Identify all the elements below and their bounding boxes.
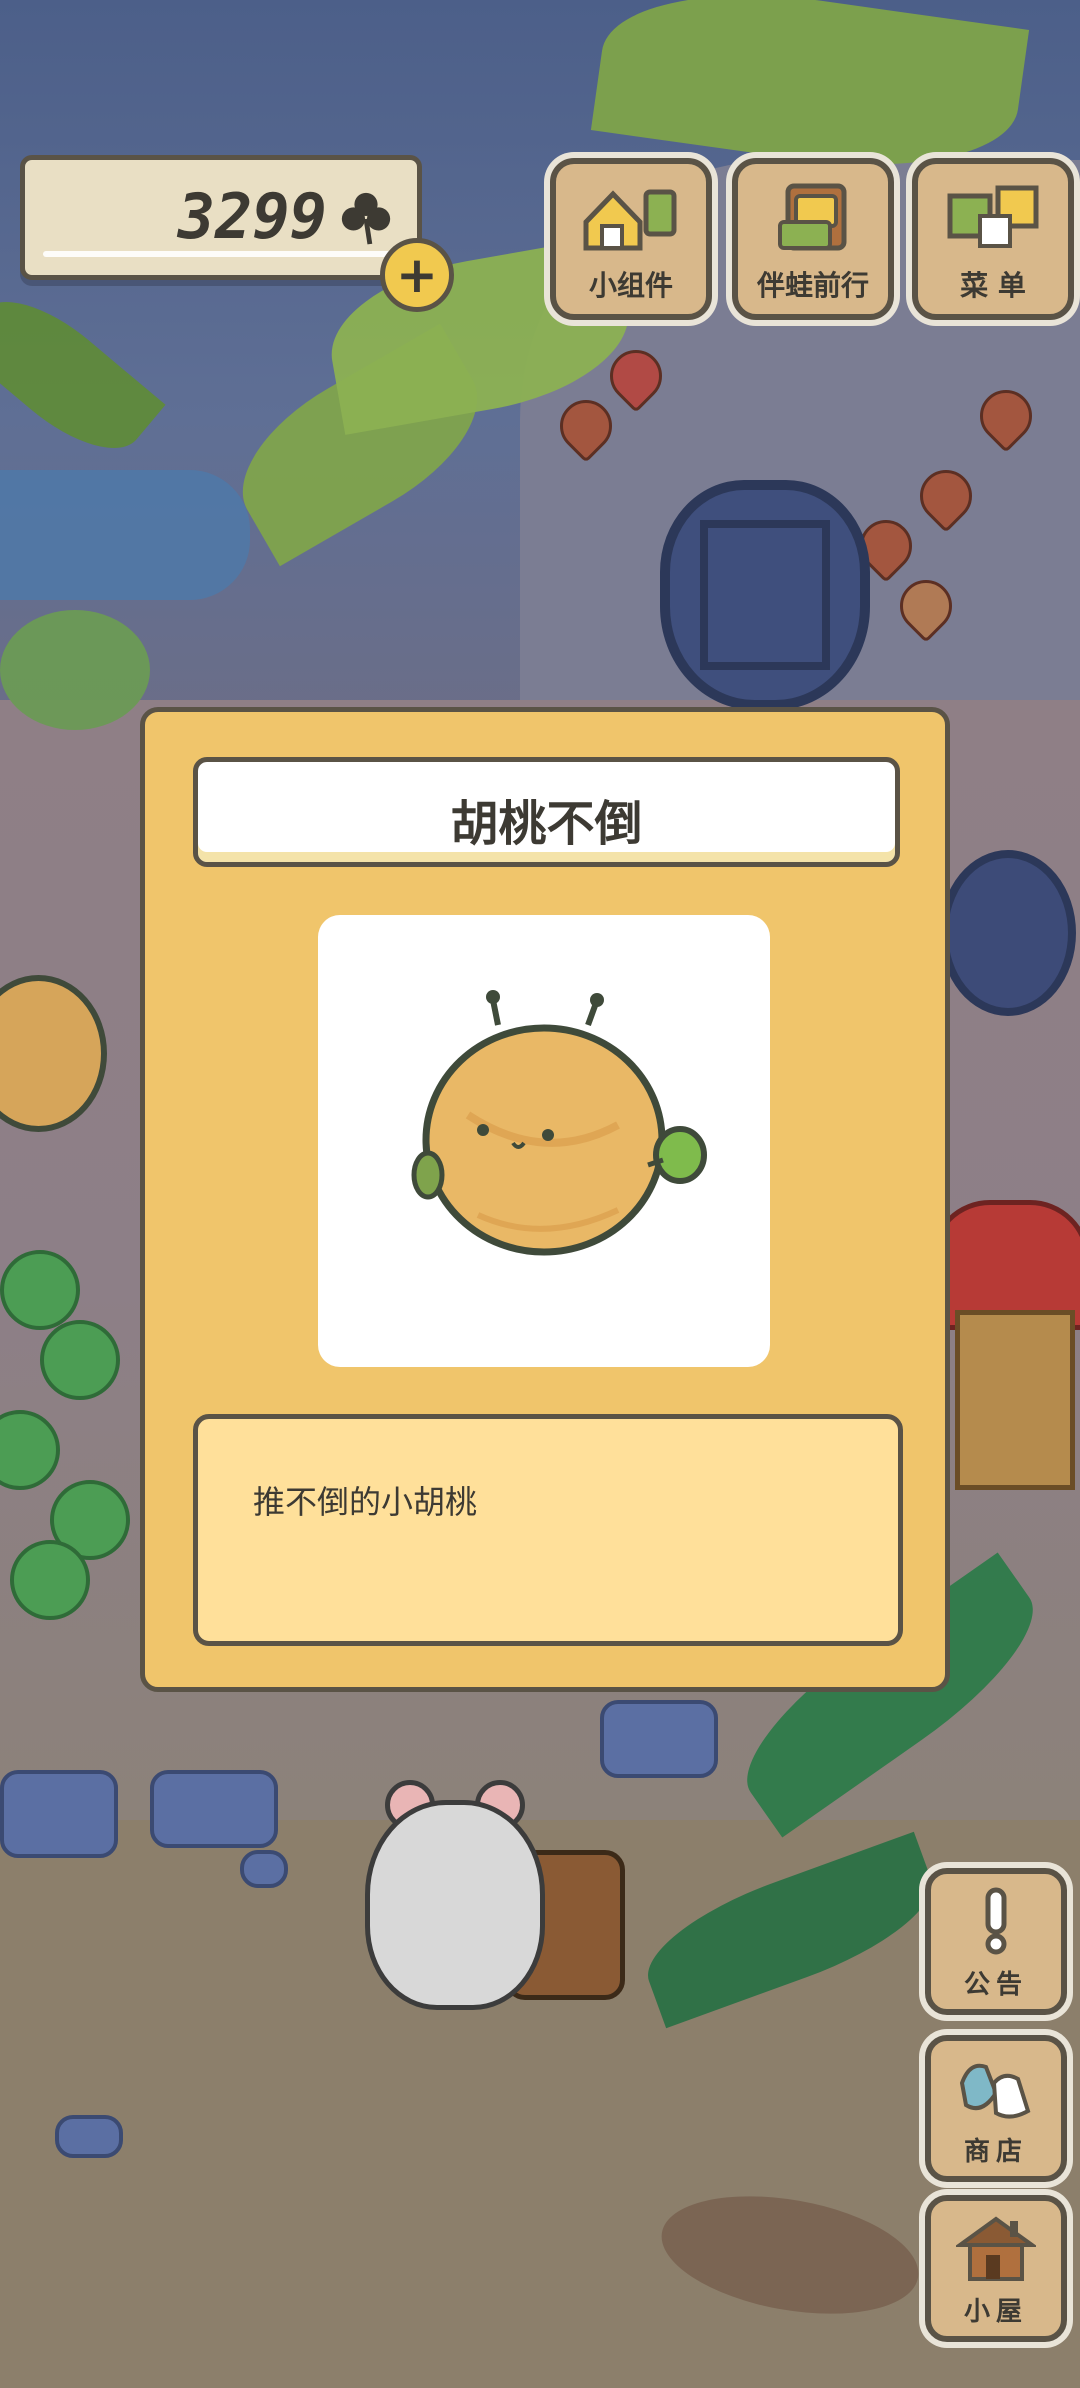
item-description: 推不倒的小胡桃 [253,1483,478,1521]
stone [55,2115,123,2158]
shop-label: 商店 [963,2137,1028,2167]
hamster-body [365,1800,545,2010]
stone [600,1700,718,1778]
rock-window [660,480,870,710]
clover-amount: 3299 [177,180,327,253]
clover-plant [0,1250,80,1330]
counter-underline [43,251,399,257]
shop-bags-icon [959,2063,1031,2119]
widget-button-label: 小组件 [588,269,673,302]
item-title: 胡桃不倒 [450,796,643,852]
announcement-label: 公告 [963,1970,1028,2000]
menu-icon [947,185,1039,248]
shop-button[interactable]: 商店 [925,2035,1067,2182]
leaf [0,610,150,730]
clover-icon [341,192,391,245]
item-detail-dialog[interactable]: 胡桃不倒 推不倒的小胡桃 [140,707,950,1692]
stone [240,1850,288,1888]
widget-button[interactable]: 小组件 [550,158,712,320]
hamster-character[interactable] [365,1760,625,2010]
clover-plant [40,1320,120,1400]
cabin-button[interactable]: 小屋 [925,2195,1067,2342]
mailbox-post [955,1310,1075,1490]
frog-journey-button[interactable]: 伴蛙前行 [732,158,894,320]
item-image-frame [318,915,770,1367]
menu-button-label: 菜 单 [960,269,1026,302]
frog-journey-icon [778,183,847,251]
exclamation-icon [985,1887,1007,1955]
item-title-box: 胡桃不倒 [193,757,900,867]
clover-plant [10,1540,90,1620]
cabin-label: 小屋 [963,2297,1028,2327]
pond [0,470,250,600]
add-clover-button[interactable]: + [380,238,454,312]
widget-icon [583,189,677,251]
stone [0,1770,118,1858]
stone [150,1770,278,1848]
menu-button[interactable]: 菜 单 [912,158,1074,320]
house-icon [956,2216,1036,2281]
rock-grate [940,850,1076,1016]
clover-counter: 3299 [20,155,422,280]
item-description-box: 推不倒的小胡桃 [193,1414,903,1646]
walnut-tumbler-icon [411,990,707,1256]
frog-journey-label: 伴蛙前行 [756,269,869,302]
announcement-button[interactable]: 公告 [925,1868,1067,2015]
